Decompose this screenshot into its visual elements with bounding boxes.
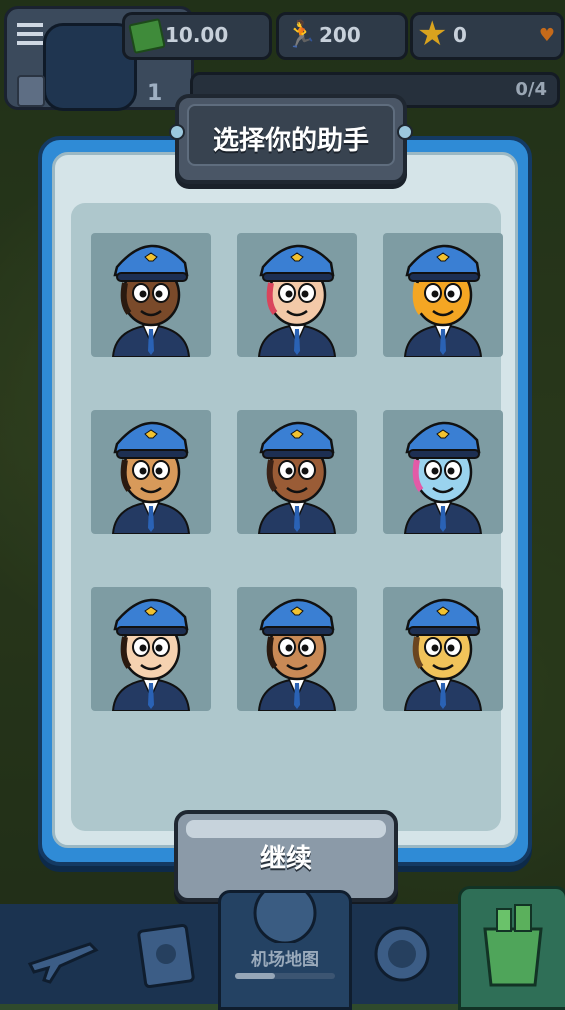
assistant-grid [71,203,503,831]
cash-counter[interactable]: 10.00 [122,12,272,60]
star-icon: ★ [417,14,448,54]
assistant-tile-pilot-unicorn[interactable] [383,410,503,534]
pilot-portrait-icon [257,244,337,357]
assistant-tile-pilot-dog[interactable] [383,587,503,711]
pilot-portrait-icon [403,421,483,534]
progress-text: 0/4 [515,79,547,100]
cash-icon [128,18,166,54]
bolt-icon [169,124,185,140]
pilot-portrait-icon [111,244,191,357]
assistant-tile-pilot-tiger[interactable] [383,233,503,357]
nav-airport-map[interactable]: 机场地图 [218,881,352,1010]
pilot-portrait-icon [403,598,483,711]
passenger-icon: 🏃 [285,20,318,50]
stars-value: 0 [453,23,467,47]
plane-icon [27,942,99,984]
assistant-select-dialog [38,136,532,866]
continue-label: 继续 [259,844,312,874]
dialog-panel [52,152,518,848]
photo-icon [137,923,195,989]
pilot-portrait-icon [257,421,337,534]
assistant-tile-pilot-woman-long[interactable] [237,587,357,711]
map-progress-bar [235,973,335,979]
compass-icon [374,926,430,982]
heart-icon: ♥ [538,25,555,46]
pilot-portrait-icon [257,598,337,711]
assistant-tile-pilot-woman-pink[interactable] [237,233,357,357]
pilot-portrait-icon [111,421,191,534]
passport-icon[interactable] [17,75,45,107]
map-icon [253,881,317,945]
map-label: 机场地图 [251,950,319,970]
continue-button[interactable]: 继续 [174,810,398,902]
passenger-counter[interactable]: 🏃 200 [276,12,408,60]
nav-plane[interactable] [10,914,110,994]
button-shine [186,820,386,838]
nav-compass[interactable] [352,914,452,994]
title-inner: 选择你的助手 [187,104,395,166]
assistant-tile-pilot-woman-curly[interactable] [237,410,357,534]
bolt-icon [397,124,413,140]
assistant-tile-pilot-man-2[interactable] [91,410,211,534]
pilot-portrait-icon [111,598,191,711]
cash-value: 10.00 [165,23,229,47]
pilot-portrait-icon [403,244,483,357]
shop-icon [483,904,543,987]
nav-shop[interactable] [458,886,565,1010]
assistant-tile-pilot-man[interactable] [91,233,211,357]
nav-photos[interactable] [118,914,218,994]
dialog-title-plaque: 选择你的助手 [169,94,413,184]
assistant-tile-pilot-boy[interactable] [91,587,211,711]
menu-icon[interactable] [17,23,43,45]
player-level: 1 [147,81,163,106]
passengers-value: 200 [319,23,361,47]
dialog-title: 选择你的助手 [212,126,369,156]
star-counter[interactable]: ★ 0 ♥ [410,12,564,60]
